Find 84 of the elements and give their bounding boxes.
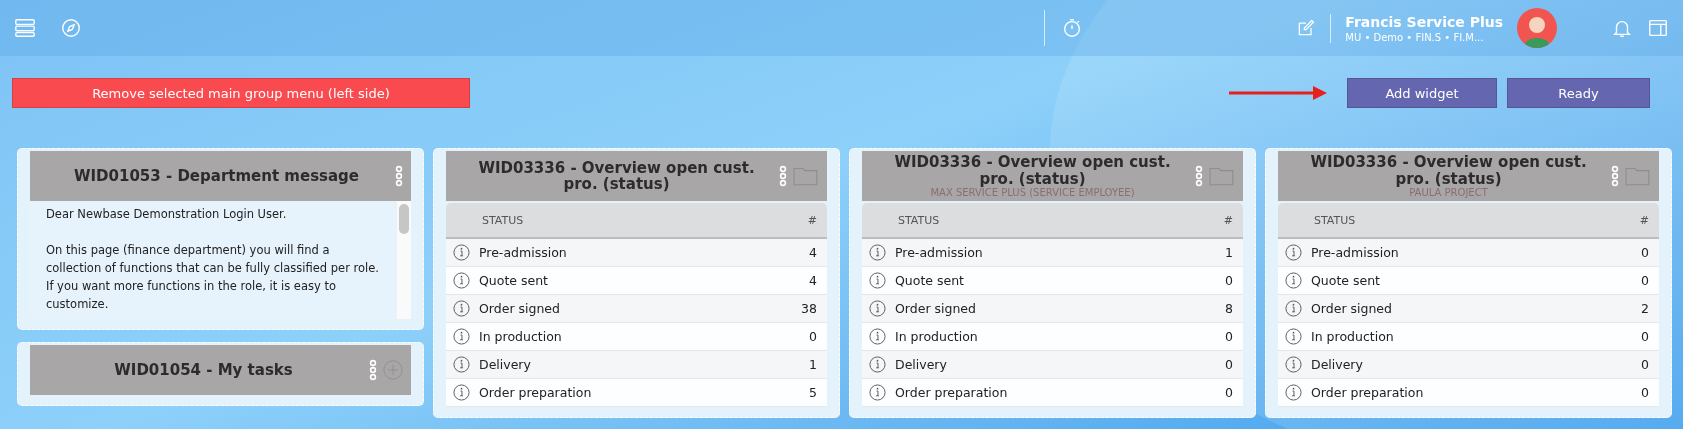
count-cell: 0 [1225,357,1233,372]
message-paragraph: If you want more functions in the role, it is easy to customize. [46,278,337,313]
count-cell: 4 [809,245,817,260]
message-paragraph: Dear Newbase Demonstration Login User. [46,206,288,223]
ready-button[interactable]: Ready [1507,78,1650,108]
status-cell: Pre-admission [895,245,983,260]
status-cell: Quote sent [1311,273,1380,288]
more-icon[interactable] [395,165,403,187]
count-cell: 0 [1225,273,1233,288]
count-cell: 0 [809,329,817,344]
status-cell: Delivery [479,357,531,372]
column-header: # [1223,213,1233,227]
widget-title: WID01054 - My tasks [114,361,293,379]
status-cell: Delivery [895,357,947,372]
status-cell: Order signed [1311,301,1392,316]
status-cell: In production [1311,329,1394,344]
info-icon[interactable] [869,272,886,289]
info-icon[interactable] [453,328,470,345]
widget-title: WID01053 - Department message [73,167,360,185]
count-cell: 38 [801,301,817,316]
info-icon[interactable] [453,300,470,317]
info-icon[interactable] [1285,328,1302,345]
count-cell: 0 [1641,245,1649,260]
count-cell: 0 [1225,385,1233,400]
status-cell: Order signed [479,301,560,316]
info-icon[interactable] [1285,384,1302,401]
info-icon[interactable] [453,356,470,373]
count-cell: 1 [809,357,817,372]
widget-title: WID03336 - Overview open cust. pro. (status) [1309,154,1588,187]
status-cell: In production [895,329,978,344]
count-cell: 1 [1225,245,1233,260]
count-cell: 2 [1641,301,1649,316]
count-cell: 0 [1641,329,1649,344]
info-icon[interactable] [869,356,886,373]
info-icon[interactable] [453,384,470,401]
more-icon[interactable] [779,165,787,187]
info-icon[interactable] [869,244,886,261]
count-cell: 4 [809,273,817,288]
status-cell: Pre-admission [1311,245,1399,260]
info-icon[interactable] [1285,356,1302,373]
info-icon[interactable] [869,384,886,401]
info-icon[interactable] [1285,244,1302,261]
status-cell: Order preparation [895,385,1008,400]
column-header: STATUS [1314,213,1356,227]
column-header: STATUS [898,213,940,227]
status-cell: Pre-admission [479,245,567,260]
status-cell: Quote sent [479,273,548,288]
widget-title: WID03336 - Overview open cust. pro. (status) [477,159,756,193]
avatar-icon[interactable] [1517,8,1557,48]
column-header: # [1639,213,1649,227]
window-icon[interactable] [1647,17,1669,39]
add-widget-button[interactable]: Add widget [1347,78,1497,108]
info-icon[interactable] [869,328,886,345]
user-name: Francis Service Plus [1345,13,1503,30]
remove-menu-button[interactable]: Remove selected main group menu (left side) [12,78,470,108]
status-cell: Order preparation [1311,385,1424,400]
arrow-icon [1229,83,1329,103]
message-paragraph: On this page (finance department) you will find a collection of functions that can be fully classified per role. [46,242,380,277]
status-cell: Order signed [895,301,976,316]
scrollbar-thumb[interactable] [399,204,409,234]
more-icon[interactable] [369,359,377,381]
user-context: MU • Demo • FIN.S • FI.M... [1345,31,1485,43]
more-icon[interactable] [1195,165,1203,187]
column-header: STATUS [482,213,524,227]
compass-icon[interactable] [60,17,82,39]
status-cell: Quote sent [895,273,964,288]
info-icon[interactable] [1285,272,1302,289]
count-cell: 0 [1641,273,1649,288]
info-icon[interactable] [453,244,470,261]
info-icon[interactable] [869,300,886,317]
count-cell: 0 [1641,385,1649,400]
status-cell: In production [479,329,562,344]
count-cell: 8 [1225,301,1233,316]
widget-title: WID03336 - Overview open cust. pro. (status) [893,154,1172,187]
more-icon[interactable] [1611,165,1619,187]
status-cell: Order preparation [479,385,592,400]
info-icon[interactable] [1285,300,1302,317]
info-icon[interactable] [453,272,470,289]
count-cell: 0 [1641,357,1649,372]
count-cell: 0 [1225,329,1233,344]
column-header: # [807,213,817,227]
list-icon[interactable] [14,17,36,39]
status-cell: Delivery [1311,357,1363,372]
count-cell: 5 [809,385,817,400]
